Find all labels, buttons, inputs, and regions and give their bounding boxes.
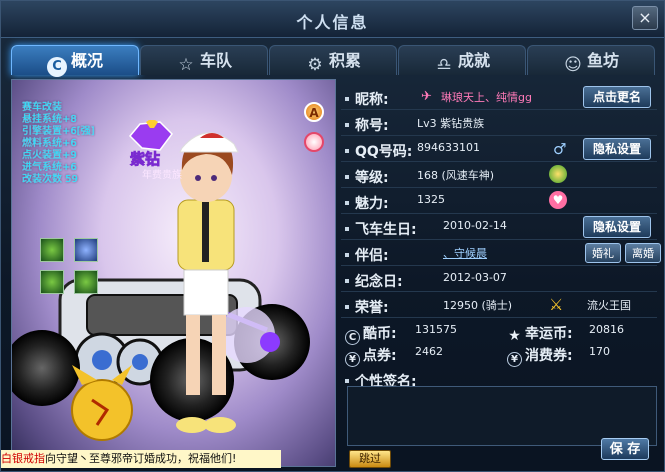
birthday-value: 2010-02-14 <box>443 219 507 232</box>
honor-value: 12950 (骑士) <box>443 299 513 312</box>
privacy-settings-button[interactable]: 隐私设置 <box>583 138 651 160</box>
ticker-ring-name: 白银戒指 <box>1 452 45 465</box>
charm-row: 魅力: 1325 ♥ <box>341 189 657 214</box>
skill-slot-icon[interactable] <box>74 270 98 294</box>
skill-slot-icon[interactable] <box>40 238 64 262</box>
nickname-value: 琳琅天上、纯情gg <box>441 91 532 104</box>
car-stat-line: 点火装置+9 <box>22 150 77 161</box>
title-label: 称号: <box>355 118 389 134</box>
points-label: 点券: <box>363 348 397 364</box>
skip-button[interactable]: 跳过 <box>349 450 391 468</box>
fish-icon: ☺ <box>564 55 582 75</box>
coin-row: C 酷币: 131575 ★ 幸运币: 20816 <box>341 319 657 345</box>
signature-input[interactable] <box>347 386 657 446</box>
heart-lock-icon[interactable] <box>304 132 324 152</box>
tab-bar: C 概况 ☆ 车队 ⚙ 积累 ♎ 成就 ☺ 鱼坊 <box>11 45 655 77</box>
car-stat-line: 燃料系统+6 <box>22 138 77 149</box>
rename-button[interactable]: 点击更名 <box>583 86 651 108</box>
knight-icon: ⚔ <box>549 295 564 314</box>
tab-label: 积累 <box>328 51 361 70</box>
bell-icon: ♎ <box>436 55 452 75</box>
badge-text: 紫钻 <box>130 150 160 168</box>
wedding-button[interactable]: 婚礼 <box>585 243 621 263</box>
car-stat-line: 改装次数 59 <box>22 174 78 185</box>
overview-icon: C <box>46 57 67 77</box>
charm-value: 1325 <box>417 193 445 206</box>
avatar-showcase: 赛车改装 悬挂系统+8 引擎装置+6[强] 燃料系统+6 点火装置+9 进气系统… <box>11 79 336 467</box>
qq-value: 894633101 <box>417 141 480 154</box>
tab-overview[interactable]: C 概况 <box>11 45 139 77</box>
gender-male-icon: ♂ <box>553 140 567 158</box>
kingdom-value: 流火王国 <box>587 299 631 312</box>
car-stats-list: 赛车改装 悬挂系统+8 引擎装置+6[强] 燃料系统+6 点火装置+9 进气系统… <box>22 102 95 186</box>
tab-label: 概况 <box>70 51 103 70</box>
tab-achievement[interactable]: ♎ 成就 <box>398 45 526 75</box>
charm-label: 魅力: <box>355 196 389 212</box>
announcement-ticker: 白银戒指向守望丶至尊邪帝订婚成功，祝福他们! <box>1 450 281 468</box>
heart-icon: ♥ <box>549 191 567 209</box>
tab-fish-shop[interactable]: ☺ 鱼坊 <box>527 45 655 75</box>
level-flower-icon <box>549 165 567 183</box>
qq-label: QQ号码: <box>355 144 413 160</box>
car-stat-line: 赛车改装 <box>22 102 62 113</box>
points-value: 2462 <box>415 345 443 358</box>
skill-slot-icon[interactable] <box>74 238 98 262</box>
anniversary-value: 2012-03-07 <box>443 271 507 284</box>
car-stat-line: 引擎装置+6[强] <box>22 126 95 137</box>
nickname-label: 昵称: <box>355 92 389 108</box>
purple-diamond-badge: 紫钻 年费贵族 <box>128 120 182 181</box>
consume-value: 170 <box>589 345 610 358</box>
tab-label: 鱼坊 <box>586 51 619 70</box>
luck-value: 20816 <box>589 323 624 336</box>
ticker-text: 向守望丶至尊邪帝订婚成功，祝福他们! <box>45 452 237 465</box>
privacy-settings-button-2[interactable]: 隐私设置 <box>583 216 651 238</box>
star-icon: ☆ <box>178 55 194 75</box>
divorce-button[interactable]: 离婚 <box>625 243 661 263</box>
birthday-row: 飞车生日: 2010-02-14 隐私设置 <box>341 215 657 240</box>
coin-value: 131575 <box>415 323 457 336</box>
points-row: ¥ 点券: 2462 ¥ 消费券: 170 <box>341 341 657 367</box>
honor-label: 荣誉: <box>355 300 389 316</box>
nickname-row: 昵称: ✈ 琳琅天上、纯情gg 点击更名 <box>341 85 657 110</box>
luck-label: 幸运币: <box>525 326 573 342</box>
profile-window: 个人信息 × C 概况 ☆ 车队 ⚙ 积累 ♎ 成就 ☺ 鱼坊 赛车改装 悬挂系… <box>0 0 665 472</box>
partner-label: 伴侣: <box>355 248 389 264</box>
title-row: 称号: Lv3 紫钻贵族 <box>341 111 657 136</box>
anniversary-row: 纪念日: 2012-03-07 <box>341 267 657 292</box>
partner-link[interactable]: 、守候晨 <box>443 245 487 261</box>
anniversary-label: 纪念日: <box>355 274 403 290</box>
title-value: Lv3 紫钻贵族 <box>417 117 485 130</box>
level-value: 168 (风速车神) <box>417 169 495 182</box>
honor-row: 荣誉: 12950 (骑士) ⚔ 流火王国 <box>341 293 657 318</box>
level-label: 等级: <box>355 170 389 186</box>
save-button[interactable]: 保 存 <box>601 438 649 460</box>
skill-slot-icon[interactable] <box>40 270 64 294</box>
tab-team[interactable]: ☆ 车队 <box>140 45 268 75</box>
badge-subtext: 年费贵族 <box>142 168 182 181</box>
yen-icon: ¥ <box>507 352 522 367</box>
tab-accumulate[interactable]: ⚙ 积累 <box>269 45 397 75</box>
level-row: 等级: 168 (风速车神) <box>341 163 657 188</box>
coin-label: 酷币: <box>363 326 397 342</box>
window-title: 个人信息 <box>296 13 369 32</box>
car-stat-line: 悬挂系统+8 <box>22 114 77 125</box>
tab-label: 成就 <box>457 51 490 70</box>
gear-icon: ⚙ <box>307 55 323 75</box>
car-stat-line: 进气系统+6 <box>22 162 77 173</box>
tab-label: 车队 <box>199 51 232 70</box>
a-icon[interactable]: A <box>304 102 324 122</box>
yuan-icon: ¥ <box>345 352 360 367</box>
partner-row: 伴侣: 、守候晨 婚礼 离婚 <box>341 241 661 266</box>
birthday-label: 飞车生日: <box>355 222 417 238</box>
qq-row: QQ号码: 894633101 ♂ 隐私设置 <box>341 137 657 162</box>
close-button[interactable]: × <box>632 6 658 30</box>
title-bar: 个人信息 × <box>1 1 664 38</box>
consume-label: 消费券: <box>525 348 573 364</box>
pink-arrow-icon: ✈ <box>421 89 432 104</box>
